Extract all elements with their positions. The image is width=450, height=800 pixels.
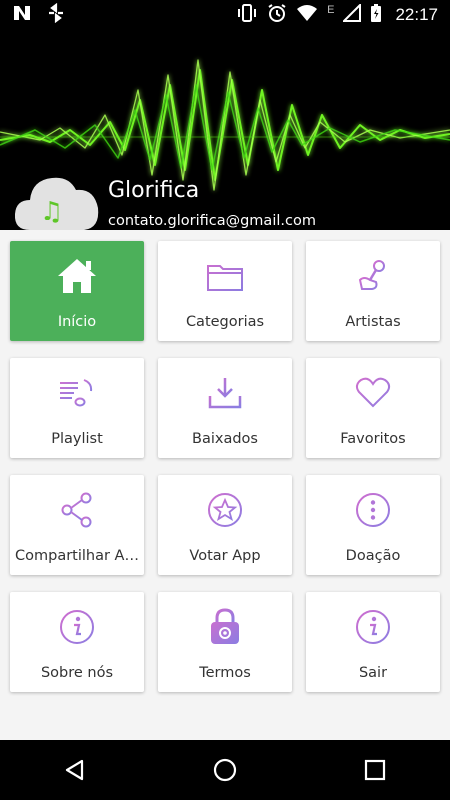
- home-icon: [213, 758, 237, 782]
- menu-item-label: Sobre nós: [40, 665, 114, 681]
- menu-item-votar-app[interactable]: Votar App: [158, 475, 292, 575]
- menu-item-baixados[interactable]: Baixados: [158, 358, 292, 458]
- menu-item-compartilhar[interactable]: Compartilhar A…: [10, 475, 144, 575]
- signal-icon: [342, 2, 362, 27]
- nav-home-button[interactable]: [195, 740, 255, 800]
- nav-back-button[interactable]: [45, 740, 105, 800]
- home-icon: [56, 256, 98, 296]
- avatar: ♫: [14, 170, 100, 230]
- menu-item-sair[interactable]: Sair: [306, 592, 440, 692]
- menu-item-inicio[interactable]: Início: [10, 241, 144, 341]
- status-bar: E 22:17: [0, 0, 450, 30]
- menu-item-playlist[interactable]: Playlist: [10, 358, 144, 458]
- info-icon: [59, 607, 95, 647]
- menu-item-sobre-nos[interactable]: Sobre nós: [10, 592, 144, 692]
- menu-item-label: Início: [57, 314, 97, 330]
- status-time: 22:17: [395, 5, 438, 24]
- menu-item-label: Compartilhar A…: [15, 548, 139, 564]
- vibrate-icon: [236, 3, 258, 28]
- menu-item-artistas[interactable]: Artistas: [306, 241, 440, 341]
- microphone-icon: [356, 256, 390, 296]
- folder-icon: [206, 256, 244, 296]
- info-icon: [355, 607, 391, 647]
- network-type-label: E: [327, 4, 335, 16]
- navigation-bar: [0, 740, 450, 800]
- menu-item-label: Artistas: [345, 314, 401, 330]
- app-name: Glorifica: [108, 178, 200, 203]
- music-note-icon: ♫: [40, 197, 63, 227]
- menu-item-categorias[interactable]: Categorias: [158, 241, 292, 341]
- menu-item-label: Termos: [199, 665, 251, 681]
- playlist-icon: [58, 373, 96, 413]
- back-icon: [65, 759, 84, 781]
- menu-item-label: Playlist: [51, 431, 103, 447]
- share-icon: [60, 490, 94, 530]
- lock-icon: [208, 607, 242, 647]
- battery-icon: [370, 3, 382, 28]
- sync-icon: [46, 2, 66, 28]
- more-icon: [355, 490, 391, 530]
- menu-item-label: Sair: [358, 665, 388, 681]
- menu-grid: Início Categorias Artistas Playlist Baix…: [0, 230, 450, 740]
- app-email: contato.glorifica@gmail.com: [108, 213, 316, 229]
- menu-item-label: Baixados: [192, 431, 258, 447]
- wifi-icon: [296, 4, 318, 27]
- nav-recents-button[interactable]: [345, 740, 405, 800]
- star-icon: [207, 490, 243, 530]
- alarm-icon: [267, 3, 287, 28]
- menu-item-doacao[interactable]: Doação: [306, 475, 440, 575]
- menu-item-label: Votar App: [189, 548, 261, 564]
- menu-item-label: Favoritos: [340, 431, 406, 447]
- download-icon: [207, 373, 243, 413]
- menu-item-label: Categorias: [185, 314, 265, 330]
- menu-item-favoritos[interactable]: Favoritos: [306, 358, 440, 458]
- menu-item-termos[interactable]: Termos: [158, 592, 292, 692]
- heart-icon: [355, 373, 391, 413]
- n-notification-icon: [12, 4, 32, 27]
- profile-header: ♫ Glorifica contato.glorifica@gmail.com: [0, 30, 450, 230]
- menu-item-label: Doação: [345, 548, 401, 564]
- recents-icon: [364, 759, 386, 781]
